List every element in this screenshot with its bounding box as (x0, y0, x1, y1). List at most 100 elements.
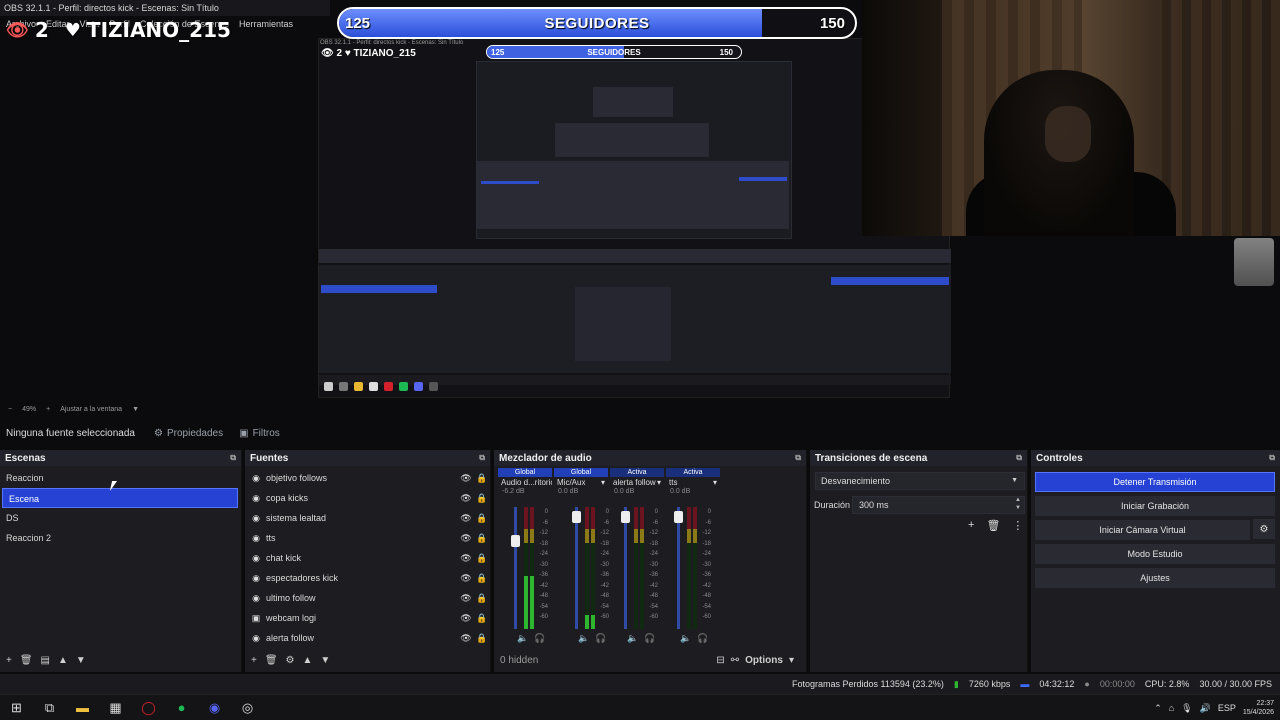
properties-button[interactable]: ⚙ Propiedades (146, 428, 231, 439)
channel-name-dropdown[interactable]: Audio d...ritorio▾ (498, 478, 552, 487)
lock-icon[interactable]: 🔒 (474, 593, 490, 604)
add-transition-button[interactable]: + (968, 519, 974, 532)
lock-icon[interactable]: 🔒 (474, 613, 490, 624)
more-options-icon[interactable]: ⋮ (1012, 519, 1023, 532)
mute-speaker-icon[interactable]: 🔈 (517, 633, 528, 644)
volume-fader-handle[interactable] (572, 511, 581, 524)
task-view-icon[interactable]: ⧉ (33, 695, 66, 720)
settings-button[interactable]: Ajustes (1035, 568, 1275, 588)
monitor-headphones-icon[interactable]: 🎧 (644, 633, 655, 644)
volume-fader-handle[interactable] (511, 534, 520, 547)
transition-type-select[interactable]: Desvanecimiento ▼ (815, 472, 1025, 490)
remove-source-button[interactable]: 🗑 (265, 655, 278, 666)
source-settings-button[interactable]: ⚙ (286, 655, 295, 666)
scene-item-ds[interactable]: DS (0, 508, 241, 528)
visibility-eye-icon[interactable]: 👁 (458, 533, 474, 544)
source-item[interactable]: ◉ ultimo follow 👁 🔒 (245, 588, 490, 608)
undock-icon[interactable]: ⧉ (479, 453, 485, 463)
visibility-eye-icon[interactable]: 👁 (458, 513, 474, 524)
move-up-button[interactable]: ▲ (58, 655, 68, 666)
clock[interactable]: 22:37 15/4/2026 (1243, 699, 1274, 717)
network-icon[interactable]: ⌂ (1169, 703, 1174, 713)
lock-icon[interactable]: 🔒 (474, 573, 490, 584)
opera-gx-icon[interactable]: ◯ (132, 695, 165, 720)
lock-icon[interactable]: 🔒 (474, 493, 490, 504)
channel-name-dropdown[interactable]: tts ▾ (666, 478, 720, 487)
monitor-headphones-icon[interactable]: 🎧 (595, 633, 606, 644)
discord-icon[interactable]: ◉ (198, 695, 231, 720)
source-item[interactable]: ◉ espectadores kick 👁 🔒 (245, 568, 490, 588)
chevron-down-icon[interactable]: ▾ (789, 655, 794, 666)
fit-window-button[interactable]: Ajustar a la ventana (60, 406, 122, 413)
zoom-in-button[interactable]: + (46, 406, 50, 413)
mute-speaker-icon[interactable]: 🔈 (680, 633, 691, 644)
source-item[interactable]: ◉ alerta follow 👁 🔒 (245, 628, 490, 648)
start-recording-button[interactable]: Iniciar Grabación (1035, 496, 1275, 516)
spotify-icon[interactable]: ● (165, 695, 198, 720)
file-explorer-icon[interactable]: ▬ (66, 695, 99, 720)
spinner-icon[interactable]: ▲ ▼ (1015, 496, 1021, 512)
undock-icon[interactable]: ⧉ (795, 453, 801, 463)
filters-button[interactable]: ▣ Filtros (231, 428, 288, 439)
lock-icon[interactable]: 🔒 (474, 553, 490, 564)
options-button[interactable]: Options (745, 655, 783, 666)
zoom-out-button[interactable]: − (8, 406, 12, 413)
chevron-down-icon[interactable]: ▼ (132, 406, 139, 413)
mute-speaker-icon[interactable]: 🔈 (578, 633, 589, 644)
hide-button[interactable]: ⊟ (716, 655, 724, 666)
volume-fader-handle[interactable] (621, 511, 630, 524)
chevron-up-icon[interactable]: ⌃ (1154, 703, 1162, 714)
scene-item-escena[interactable]: Escena (2, 488, 238, 508)
channel-name-dropdown[interactable]: Mic/Aux ▾ (554, 478, 608, 487)
duration-input[interactable]: 300 ms ▲ ▼ (852, 496, 1025, 514)
scene-item-reaccion-2[interactable]: Reaccion 2 (0, 528, 241, 548)
monitor-headphones-icon[interactable]: 🎧 (697, 633, 708, 644)
move-down-button[interactable]: ▼ (320, 655, 330, 666)
microphone-icon[interactable]: 🎙 (1181, 703, 1192, 714)
studio-mode-button[interactable]: Modo Estudio (1035, 544, 1275, 564)
link-icon[interactable]: ⚯ (731, 655, 739, 666)
microsoft-store-icon[interactable]: ▦ (99, 695, 132, 720)
add-scene-button[interactable]: + (6, 655, 12, 666)
volume-fader-track[interactable] (572, 507, 581, 629)
volume-fader-track[interactable] (511, 507, 520, 629)
lock-icon[interactable]: 🔒 (474, 633, 490, 644)
visibility-eye-icon[interactable]: 👁 (458, 473, 474, 484)
visibility-eye-icon[interactable]: 👁 (458, 573, 474, 584)
lock-icon[interactable]: 🔒 (474, 513, 490, 524)
source-item[interactable]: ▣ webcam logi 👁 🔒 (245, 608, 490, 628)
lock-icon[interactable]: 🔒 (474, 533, 490, 544)
monitor-headphones-icon[interactable]: 🎧 (534, 633, 545, 644)
volume-fader-track[interactable] (621, 507, 630, 629)
source-item[interactable]: ◉ copa kicks 👁 🔒 (245, 488, 490, 508)
channel-name-dropdown[interactable]: alerta follow ▾ (610, 478, 664, 487)
menu-herramientas[interactable]: Herramientas (239, 16, 293, 32)
lock-icon[interactable]: 🔒 (474, 473, 490, 484)
speaker-icon[interactable]: 🔊 (1200, 703, 1211, 714)
mute-speaker-icon[interactable]: 🔈 (627, 633, 638, 644)
source-item[interactable]: ◉ objetivo follows 👁 🔒 (245, 468, 490, 488)
start-virtual-cam-button[interactable]: Iniciar Cámara Virtual (1035, 520, 1250, 540)
undock-icon[interactable]: ⧉ (230, 453, 236, 463)
volume-fader-handle[interactable] (674, 511, 683, 524)
visibility-eye-icon[interactable]: 👁 (458, 553, 474, 564)
preview-canvas[interactable] (318, 38, 951, 398)
move-up-button[interactable]: ▲ (303, 655, 313, 666)
undock-icon[interactable]: ⧉ (1269, 453, 1275, 463)
visibility-eye-icon[interactable]: 👁 (458, 593, 474, 604)
scene-filters-button[interactable]: ▤ (41, 655, 50, 666)
remove-scene-button[interactable]: 🗑 (20, 655, 33, 666)
add-source-button[interactable]: + (251, 655, 257, 666)
visibility-eye-icon[interactable]: 👁 (458, 633, 474, 644)
volume-fader-track[interactable] (674, 507, 683, 629)
visibility-eye-icon[interactable]: 👁 (458, 493, 474, 504)
source-item[interactable]: ◉ sistema lealtad 👁 🔒 (245, 508, 490, 528)
language-indicator[interactable]: ESP (1218, 703, 1236, 713)
undock-icon[interactable]: ⧉ (1016, 453, 1022, 463)
stop-stream-button[interactable]: Detener Transmisión (1035, 472, 1275, 492)
windows-start-icon[interactable]: ⊞ (0, 695, 33, 720)
visibility-eye-icon[interactable]: 👁 (458, 613, 474, 624)
scene-item-reaccion[interactable]: Reaccion (0, 468, 241, 488)
remove-transition-button[interactable]: 🗑 (986, 519, 1000, 532)
move-down-button[interactable]: ▼ (76, 655, 86, 666)
